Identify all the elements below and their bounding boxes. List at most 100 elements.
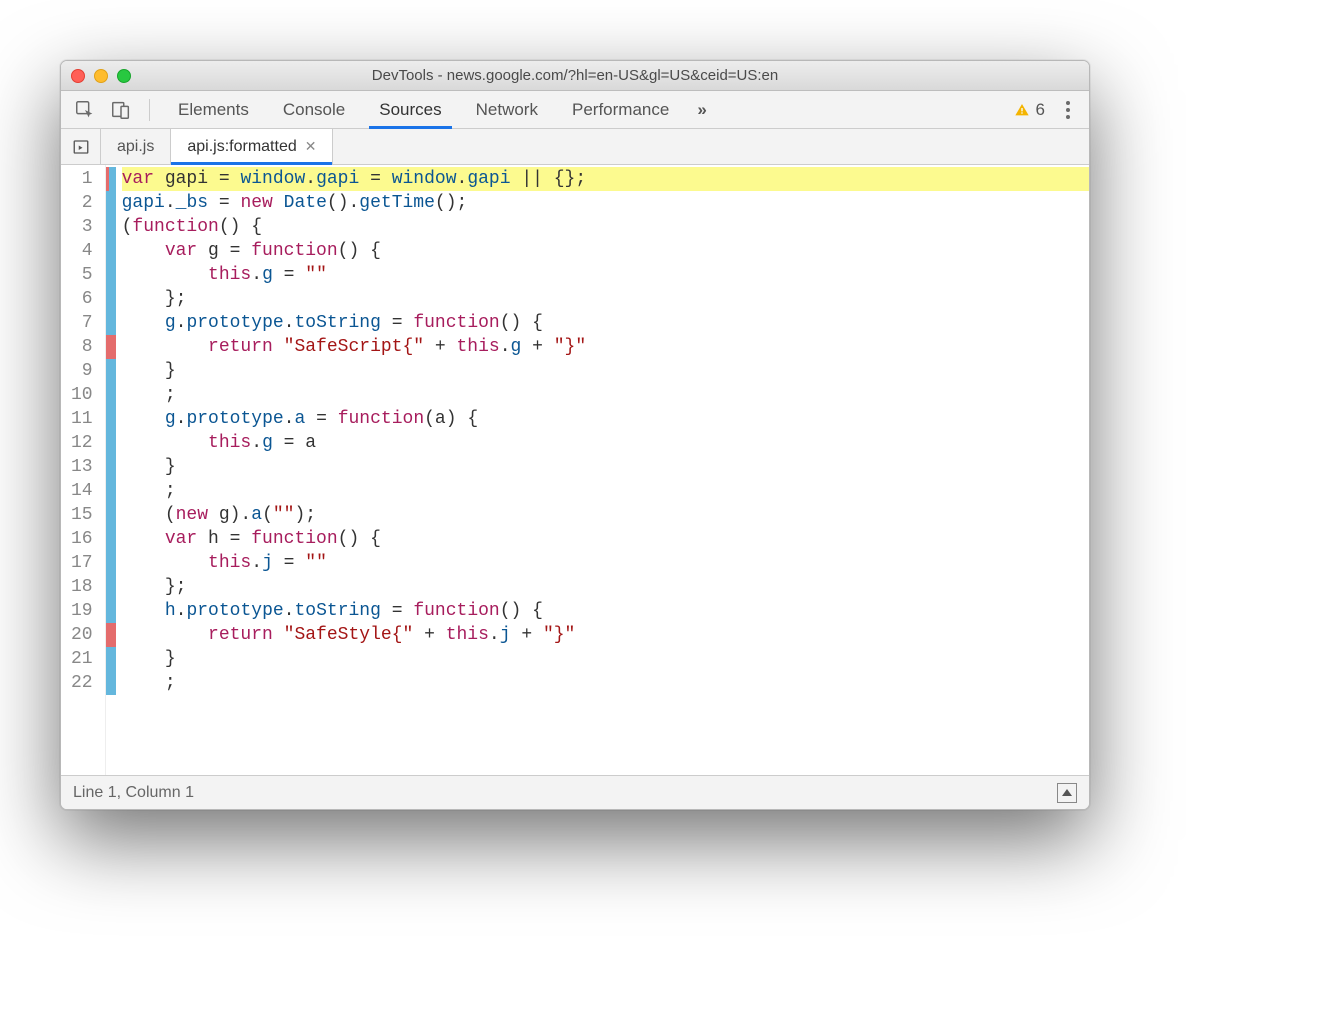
line-number[interactable]: 11 bbox=[61, 407, 105, 431]
traffic-lights bbox=[71, 69, 131, 83]
coverage-marks bbox=[106, 165, 116, 775]
coverage-mark bbox=[106, 575, 116, 599]
coverage-mark bbox=[106, 407, 116, 431]
line-number[interactable]: 15 bbox=[61, 503, 105, 527]
file-tab[interactable]: api.js:formatted ✕ bbox=[171, 129, 333, 164]
more-panels-button[interactable]: » bbox=[689, 100, 714, 120]
warnings-button[interactable]: 6 bbox=[1008, 100, 1051, 120]
status-bar: Line 1, Column 1 bbox=[61, 775, 1089, 809]
code-line[interactable]: return "SafeScript{" + this.g + "}" bbox=[122, 335, 1089, 359]
line-number[interactable]: 5 bbox=[61, 263, 105, 287]
triangle-up-icon bbox=[1062, 789, 1072, 796]
coverage-mark bbox=[106, 623, 116, 647]
code-line[interactable]: } bbox=[122, 359, 1089, 383]
line-number[interactable]: 2 bbox=[61, 191, 105, 215]
line-number[interactable]: 14 bbox=[61, 479, 105, 503]
code-line[interactable]: ; bbox=[122, 479, 1089, 503]
coverage-mark bbox=[106, 311, 116, 335]
coverage-mark bbox=[106, 599, 116, 623]
toggle-navigator-button[interactable] bbox=[61, 129, 101, 164]
code-line[interactable]: } bbox=[122, 647, 1089, 671]
line-number[interactable]: 3 bbox=[61, 215, 105, 239]
panel-tab-elements[interactable]: Elements bbox=[162, 91, 265, 128]
panel-tab-console[interactable]: Console bbox=[267, 91, 361, 128]
code-content[interactable]: var gapi = window.gapi = window.gapi || … bbox=[116, 165, 1089, 775]
code-line[interactable]: (new g).a(""); bbox=[122, 503, 1089, 527]
line-number[interactable]: 7 bbox=[61, 311, 105, 335]
coverage-mark bbox=[106, 191, 116, 215]
code-line[interactable]: ; bbox=[122, 383, 1089, 407]
code-line[interactable]: ; bbox=[122, 671, 1089, 695]
coverage-mark bbox=[106, 359, 116, 383]
line-number[interactable]: 10 bbox=[61, 383, 105, 407]
code-line[interactable]: } bbox=[122, 455, 1089, 479]
line-number[interactable]: 9 bbox=[61, 359, 105, 383]
line-number[interactable]: 8 bbox=[61, 335, 105, 359]
warning-count: 6 bbox=[1036, 100, 1045, 120]
code-editor[interactable]: 12345678910111213141516171819202122 var … bbox=[61, 165, 1089, 775]
code-line[interactable]: }; bbox=[122, 575, 1089, 599]
coverage-mark bbox=[106, 479, 116, 503]
coverage-mark bbox=[106, 551, 116, 575]
file-tab[interactable]: api.js bbox=[101, 129, 171, 164]
coverage-mark bbox=[106, 527, 116, 551]
code-line[interactable]: var h = function() { bbox=[122, 527, 1089, 551]
file-tab-label: api.js:formatted bbox=[187, 138, 296, 156]
line-number[interactable]: 17 bbox=[61, 551, 105, 575]
line-number[interactable]: 19 bbox=[61, 599, 105, 623]
line-number[interactable]: 21 bbox=[61, 647, 105, 671]
coverage-mark bbox=[106, 431, 116, 455]
line-number[interactable]: 1 bbox=[61, 167, 105, 191]
settings-menu-button[interactable] bbox=[1055, 100, 1081, 120]
code-line[interactable]: var g = function() { bbox=[122, 239, 1089, 263]
close-window-button[interactable] bbox=[71, 69, 85, 83]
coverage-mark bbox=[106, 383, 116, 407]
maximize-window-button[interactable] bbox=[117, 69, 131, 83]
device-toggle-icon[interactable] bbox=[105, 94, 137, 126]
line-number[interactable]: 13 bbox=[61, 455, 105, 479]
coverage-mark bbox=[106, 671, 116, 695]
cursor-position: Line 1, Column 1 bbox=[73, 784, 194, 802]
file-tab-label: api.js bbox=[117, 138, 154, 156]
panel-tabs: ElementsConsoleSourcesNetworkPerformance bbox=[162, 91, 685, 128]
coverage-mark bbox=[106, 239, 116, 263]
main-toolbar: ElementsConsoleSourcesNetworkPerformance… bbox=[61, 91, 1089, 129]
file-tab-strip: api.js api.js:formatted ✕ bbox=[61, 129, 1089, 165]
line-number[interactable]: 22 bbox=[61, 671, 105, 695]
close-icon[interactable]: ✕ bbox=[305, 138, 317, 155]
line-number[interactable]: 4 bbox=[61, 239, 105, 263]
window-title: DevTools - news.google.com/?hl=en-US&gl=… bbox=[61, 67, 1089, 84]
coverage-mark bbox=[106, 263, 116, 287]
code-line[interactable]: g.prototype.a = function(a) { bbox=[122, 407, 1089, 431]
warning-icon bbox=[1014, 102, 1030, 118]
line-number[interactable]: 6 bbox=[61, 287, 105, 311]
panel-tab-sources[interactable]: Sources bbox=[363, 91, 457, 128]
code-line[interactable]: this.g = "" bbox=[122, 263, 1089, 287]
code-line[interactable]: g.prototype.toString = function() { bbox=[122, 311, 1089, 335]
panel-tab-network[interactable]: Network bbox=[460, 91, 554, 128]
titlebar: DevTools - news.google.com/?hl=en-US&gl=… bbox=[61, 61, 1089, 91]
line-number[interactable]: 20 bbox=[61, 623, 105, 647]
coverage-mark bbox=[106, 335, 116, 359]
coverage-mark bbox=[106, 455, 116, 479]
code-line[interactable]: return "SafeStyle{" + this.j + "}" bbox=[122, 623, 1089, 647]
code-line[interactable]: h.prototype.toString = function() { bbox=[122, 599, 1089, 623]
toolbar-separator bbox=[149, 99, 150, 121]
code-line[interactable]: this.g = a bbox=[122, 431, 1089, 455]
coverage-mark bbox=[106, 503, 116, 527]
coverage-mark bbox=[106, 215, 116, 239]
inspect-icon[interactable] bbox=[69, 94, 101, 126]
code-line[interactable]: var gapi = window.gapi = window.gapi || … bbox=[122, 167, 1089, 191]
minimize-window-button[interactable] bbox=[94, 69, 108, 83]
code-line[interactable]: gapi._bs = new Date().getTime(); bbox=[122, 191, 1089, 215]
line-number[interactable]: 12 bbox=[61, 431, 105, 455]
line-number[interactable]: 16 bbox=[61, 527, 105, 551]
code-line[interactable]: (function() { bbox=[122, 215, 1089, 239]
line-number[interactable]: 18 bbox=[61, 575, 105, 599]
panel-tab-performance[interactable]: Performance bbox=[556, 91, 685, 128]
show-drawer-button[interactable] bbox=[1057, 783, 1077, 803]
kebab-icon bbox=[1065, 100, 1071, 120]
code-line[interactable]: this.j = "" bbox=[122, 551, 1089, 575]
code-line[interactable]: }; bbox=[122, 287, 1089, 311]
line-number-gutter[interactable]: 12345678910111213141516171819202122 bbox=[61, 165, 106, 775]
